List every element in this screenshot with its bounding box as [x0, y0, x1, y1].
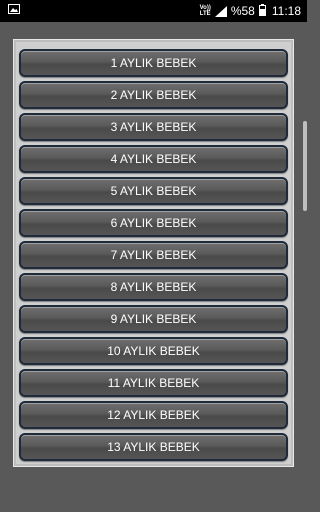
month-list-panel: 1 AYLIK BEBEK 2 AYLIK BEBEK 3 AYLIK BEBE… [13, 39, 294, 467]
month-button-8[interactable]: 8 AYLIK BEBEK [19, 273, 288, 301]
gallery-notification-icon [8, 4, 20, 14]
month-button-12[interactable]: 12 AYLIK BEBEK [19, 401, 288, 429]
battery-percent: %58 [230, 4, 255, 18]
battery-icon [258, 3, 266, 19]
month-button-5[interactable]: 5 AYLIK BEBEK [19, 177, 288, 205]
volte-bottom-text: LTE [199, 11, 211, 17]
month-button-3[interactable]: 3 AYLIK BEBEK [19, 113, 288, 141]
month-button-13[interactable]: 13 AYLIK BEBEK [19, 433, 288, 461]
scrollbar[interactable] [303, 121, 307, 211]
month-list: 1 AYLIK BEBEK 2 AYLIK BEBEK 3 AYLIK BEBE… [19, 49, 288, 465]
month-button-2[interactable]: 2 AYLIK BEBEK [19, 81, 288, 109]
month-button-9[interactable]: 9 AYLIK BEBEK [19, 305, 288, 333]
month-button-4[interactable]: 4 AYLIK BEBEK [19, 145, 288, 173]
month-button-7[interactable]: 7 AYLIK BEBEK [19, 241, 288, 269]
status-right-group: Vo)) LTE %58 11:18 [200, 0, 301, 22]
volte-indicator: Vo)) LTE [200, 5, 211, 17]
status-bar: Vo)) LTE %58 11:18 [0, 0, 307, 22]
month-button-6[interactable]: 6 AYLIK BEBEK [19, 209, 288, 237]
clock: 11:18 [271, 4, 301, 18]
month-button-1[interactable]: 1 AYLIK BEBEK [19, 49, 288, 77]
month-button-11[interactable]: 11 AYLIK BEBEK [19, 369, 288, 397]
month-button-10[interactable]: 10 AYLIK BEBEK [19, 337, 288, 365]
signal-strength-icon [214, 5, 227, 17]
